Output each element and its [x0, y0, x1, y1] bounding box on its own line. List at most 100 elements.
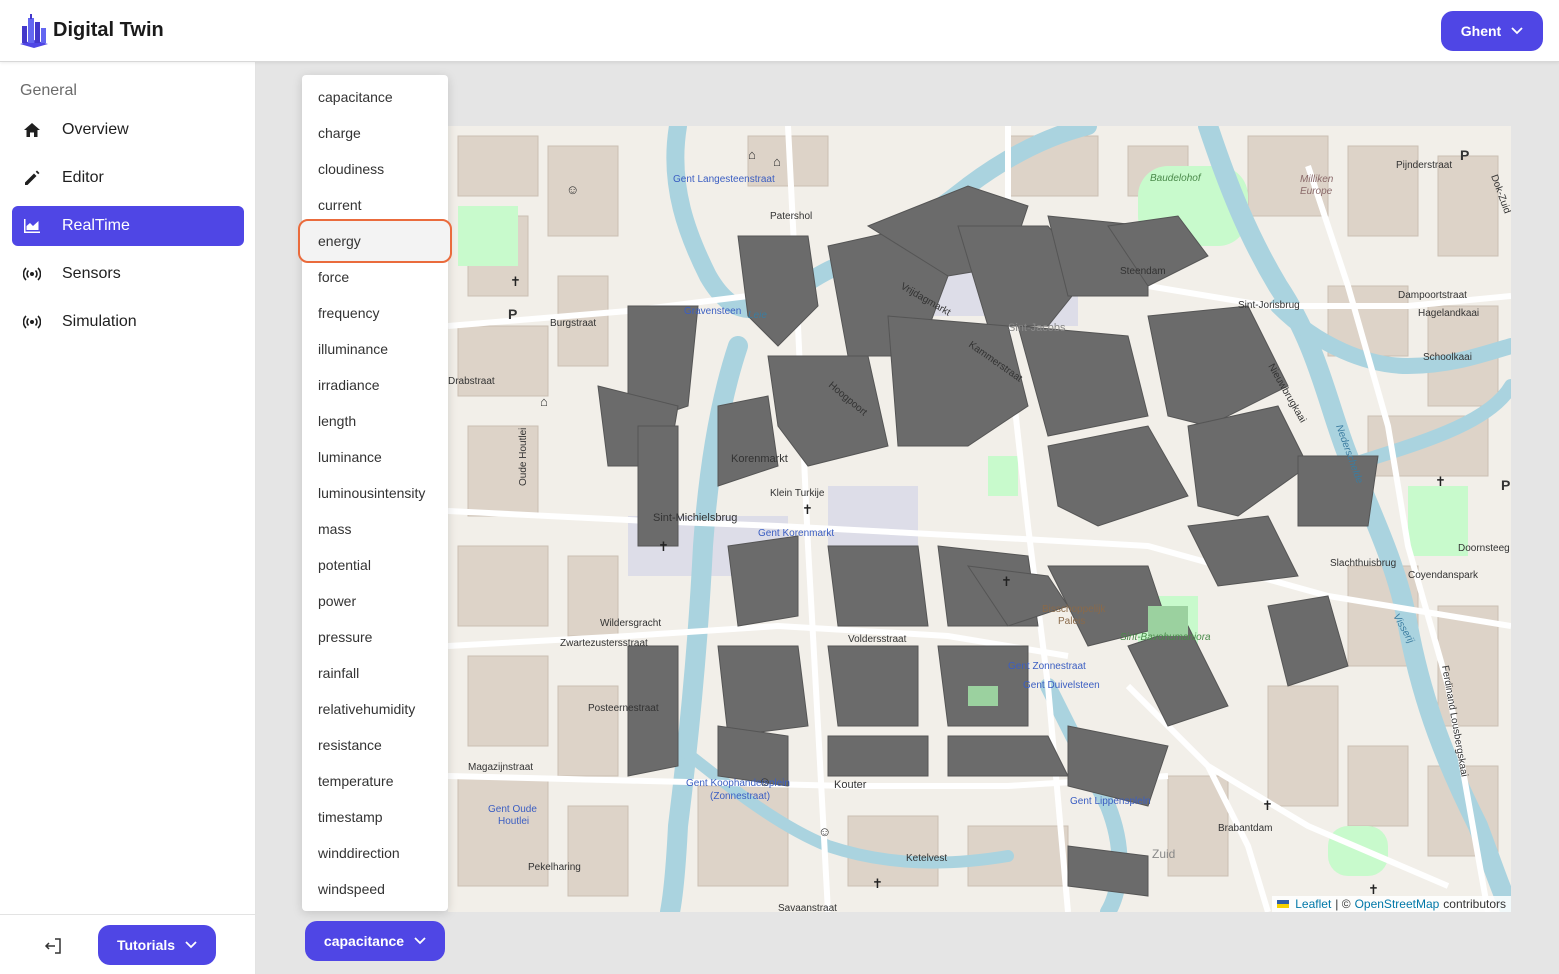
top-bar: Digital Twin Ghent [0, 0, 1559, 62]
church-icon: ✝ [1262, 798, 1273, 813]
metric-option-winddirection[interactable]: winddirection [302, 835, 448, 871]
map-tiles: Gent Langesteenstraat Patershol Baudeloh… [448, 126, 1511, 912]
church-icon: ✝ [1435, 474, 1446, 489]
metric-option-cloudiness[interactable]: cloudiness [302, 151, 448, 187]
chevron-down-icon [1511, 27, 1523, 35]
church-icon: ✝ [1368, 882, 1379, 897]
metric-option-charge[interactable]: charge [302, 115, 448, 151]
metric-option-pressure[interactable]: pressure [302, 619, 448, 655]
metric-option-current[interactable]: current [302, 187, 448, 223]
map-label: Sint-Bavohumaniora [1120, 632, 1211, 643]
parking-icon: P [1460, 147, 1469, 163]
map-label: Gravensteen [684, 306, 741, 317]
map-label: Baudelohof [1150, 173, 1202, 184]
map-label: Steendam [1120, 266, 1166, 277]
metric-option-rainfall[interactable]: rainfall [302, 655, 448, 691]
map-label: Wildersgracht [600, 618, 661, 629]
sidebar-item-simulation[interactable]: Simulation [12, 302, 244, 342]
map-label: Hagelandkaai [1418, 308, 1479, 319]
map-label: Gent Oude [488, 804, 537, 815]
pencil-icon [22, 168, 42, 188]
map-label: Gent Duivelsteen [1023, 680, 1100, 691]
map-label: Sint-Jorisbrug [1238, 300, 1300, 311]
sidebar-footer: Tutorials [0, 914, 256, 974]
logout-icon[interactable] [42, 935, 64, 957]
city-select-label: Ghent [1460, 23, 1502, 39]
metric-option-resistance[interactable]: resistance [302, 727, 448, 763]
metric-select-button[interactable]: capacitance [305, 921, 445, 961]
map-label: Klein Turkije [770, 488, 825, 499]
church-icon: ✝ [872, 876, 883, 891]
home-icon [22, 120, 42, 140]
metric-option-temperature[interactable]: temperature [302, 763, 448, 799]
sidebar-item-label: Overview [62, 121, 129, 138]
map-label: Paleis [1058, 616, 1085, 627]
map-label: Gent Koophandelsplein [686, 778, 790, 789]
sidebar-item-realtime[interactable]: RealTime [12, 206, 244, 246]
map-label: Pijnderstraat [1396, 160, 1452, 171]
map-label: Drabstraat [448, 376, 495, 387]
map-label: Kouter [834, 779, 867, 791]
theatre-icon: ☺ [818, 824, 831, 839]
metric-option-power[interactable]: power [302, 583, 448, 619]
metric-option-energy[interactable]: energy [298, 219, 452, 263]
metric-option-capacitance[interactable]: capacitance [302, 79, 448, 115]
sidebar-section-label: General [20, 82, 77, 99]
city-map[interactable]: Gent Langesteenstraat Patershol Baudeloh… [448, 126, 1511, 912]
chevron-down-icon [414, 937, 426, 945]
map-label: Korenmarkt [731, 453, 788, 465]
map-label: Patershol [770, 211, 812, 222]
metric-dropdown-menu: capacitance charge cloudiness current en… [298, 75, 452, 911]
map-label: Milliken [1300, 174, 1334, 185]
church-icon: ✝ [510, 274, 521, 289]
metric-option-timestamp[interactable]: timestamp [302, 799, 448, 835]
metric-select-label: capacitance [323, 933, 405, 949]
map-label: Gent Korenmarkt [758, 528, 834, 539]
tutorials-button[interactable]: Tutorials [98, 925, 216, 965]
parking-icon: P [508, 306, 517, 322]
map-label: Savaanstraat [778, 903, 837, 912]
metric-option-length[interactable]: length [302, 403, 448, 439]
metric-option-luminousintensity[interactable]: luminousintensity [302, 475, 448, 511]
sidebar-item-sensors[interactable]: Sensors [12, 254, 244, 294]
map-label: Dampoortstraat [1398, 290, 1467, 301]
metric-option-relativehumidity[interactable]: relativehumidity [302, 691, 448, 727]
city-logo-icon [20, 14, 48, 48]
map-label: Ketelvest [906, 853, 947, 864]
metric-option-potential[interactable]: potential [302, 547, 448, 583]
map-label: Brabantdam [1218, 823, 1272, 834]
metric-option-frequency[interactable]: frequency [302, 295, 448, 331]
map-label: Voldersstraat [848, 634, 907, 645]
leaflet-link[interactable]: Leaflet [1295, 897, 1331, 911]
city-select-button[interactable]: Ghent [1441, 11, 1543, 51]
map-label: Posteernestraat [588, 703, 659, 714]
ukraine-flag-icon [1277, 900, 1290, 908]
church-icon: ✝ [802, 502, 813, 517]
map-label: Sint-Michielsbrug [653, 512, 737, 524]
map-label: Coyendanspark [1408, 570, 1479, 581]
metric-option-luminance[interactable]: luminance [302, 439, 448, 475]
broadcast-icon [22, 264, 42, 284]
attribution-contributors: contributors [1443, 897, 1506, 911]
metric-option-windspeed[interactable]: windspeed [302, 871, 448, 907]
theatre-icon: ☺ [566, 182, 579, 197]
sidebar-item-overview[interactable]: Overview [12, 110, 244, 150]
metric-option-illuminance[interactable]: illuminance [302, 331, 448, 367]
sidebar-item-label: Editor [62, 169, 104, 186]
map-attribution: Leaflet | © OpenStreetMap contributors [1272, 896, 1511, 912]
map-label: Zuid [1152, 847, 1175, 861]
broadcast-icon [22, 312, 42, 332]
theatre-icon: ☺ [758, 774, 771, 789]
museum-icon: ⌂ [773, 154, 781, 169]
map-label: Europe [1300, 186, 1333, 197]
area-chart-icon [22, 216, 42, 236]
metric-option-force[interactable]: force [302, 259, 448, 295]
museum-icon: ⌂ [540, 394, 548, 409]
sidebar-item-label: Simulation [62, 313, 137, 330]
osm-link[interactable]: OpenStreetMap [1355, 897, 1440, 911]
sidebar-item-editor[interactable]: Editor [12, 158, 244, 198]
app-title: Digital Twin [53, 19, 164, 41]
metric-option-irradiance[interactable]: irradiance [302, 367, 448, 403]
map-label: Houtlei [498, 816, 529, 827]
metric-option-mass[interactable]: mass [302, 511, 448, 547]
